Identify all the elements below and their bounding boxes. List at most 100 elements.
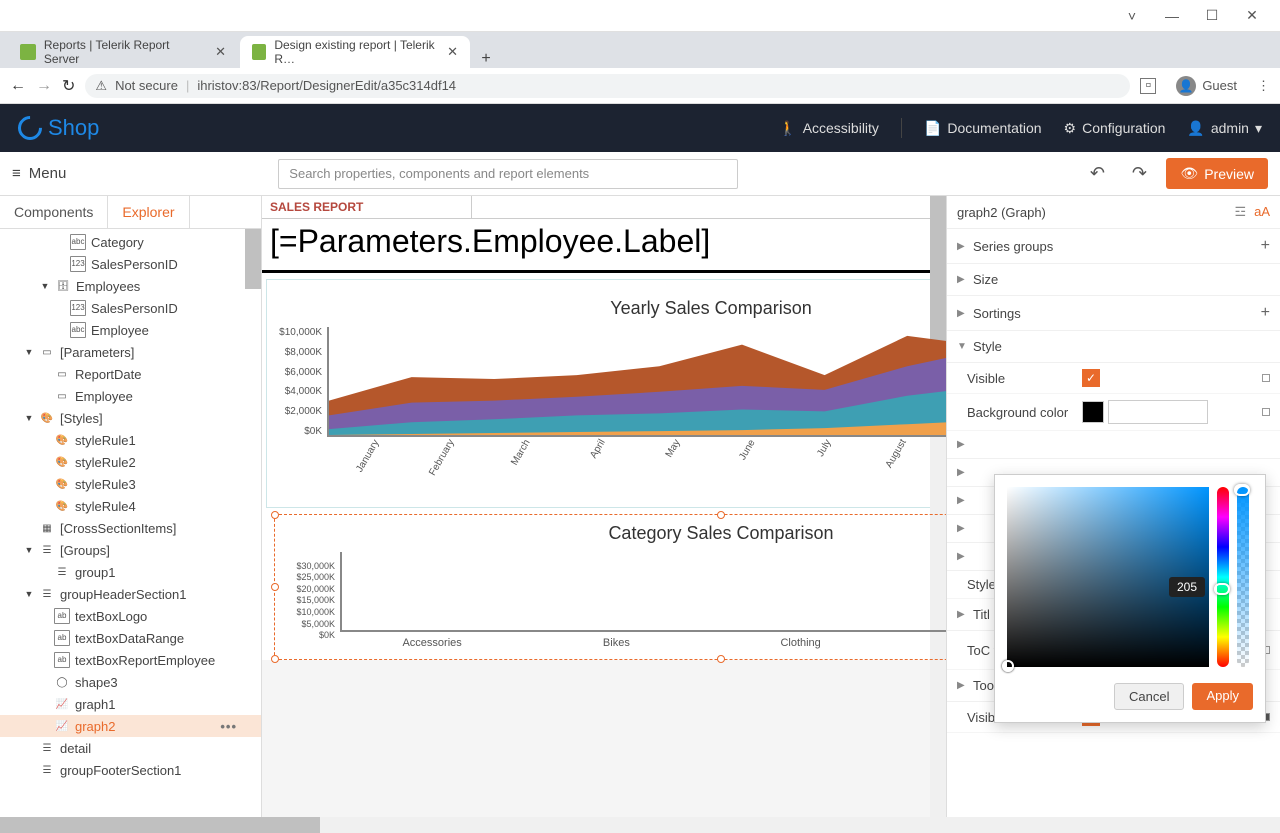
graph2-selected[interactable]: Category Sales Comparison $30,000K $25,0… <box>274 514 946 660</box>
tab-explorer[interactable]: Explorer <box>108 196 189 228</box>
tree-scrollbar[interactable] <box>245 229 261 289</box>
browser-menu-icon[interactable]: ⋮ <box>1257 78 1270 94</box>
prop-reset-icon[interactable] <box>1262 374 1270 382</box>
hue-slider[interactable]: 205 <box>1217 487 1229 667</box>
graph1-area-chart[interactable]: Yearly Sales Comparison $10,000K $8,000K… <box>266 279 946 508</box>
params-expression[interactable]: [=Parameters.Employee.Label] <box>262 219 946 273</box>
list-view-icon[interactable]: ☲ <box>1234 204 1246 220</box>
caret-down-icon[interactable]: ▼ <box>24 347 34 357</box>
group-icon: ☰ <box>54 564 70 580</box>
prop-reset-icon[interactable] <box>1262 408 1270 416</box>
caret-down-icon[interactable]: ▼ <box>40 281 50 291</box>
preview-button[interactable]: 👁Preview <box>1166 158 1268 189</box>
add-icon[interactable]: + <box>1261 304 1270 322</box>
tree-node-reportdate[interactable]: ▭ReportDate <box>0 363 261 385</box>
documentation-link[interactable]: 📄Documentation <box>924 120 1042 137</box>
doc-icon: 📄 <box>924 120 941 137</box>
tree-node-textboxdatarange[interactable]: abtextBoxDataRange <box>0 627 261 649</box>
window-close[interactable]: ✕ <box>1232 0 1272 32</box>
tab-components[interactable]: Components <box>0 196 108 228</box>
browser-tab-reports[interactable]: Reports | Telerik Report Server ✕ <box>8 36 238 68</box>
menu-button[interactable]: ≡Menu <box>12 165 66 182</box>
caret-right-icon: ▶ <box>957 523 973 534</box>
browser-tab-design[interactable]: Design existing report | Telerik R… ✕ <box>240 36 470 68</box>
tree-node-groupfooter[interactable]: ☰groupFooterSection1 <box>0 759 261 781</box>
undo-button[interactable]: ↶ <box>1082 163 1112 184</box>
tree-node-employee2[interactable]: ▭Employee <box>0 385 261 407</box>
tab-close-icon[interactable]: ✕ <box>215 44 226 60</box>
tree-node-shape3[interactable]: ◯shape3 <box>0 671 261 693</box>
configuration-link[interactable]: ⚙Configuration <box>1064 120 1166 137</box>
guest-chip[interactable]: 👤 Guest <box>1166 72 1247 100</box>
app-logo[interactable]: Shop <box>18 115 99 141</box>
window-maximize[interactable]: ☐ <box>1192 0 1232 32</box>
window-chevron[interactable]: ˅ <box>1112 0 1152 32</box>
tree-node-stylerule1[interactable]: 🎨styleRule1 <box>0 429 261 451</box>
sv-cursor[interactable] <box>1002 660 1014 672</box>
tree-node-textboxreportemployee[interactable]: abtextBoxReportEmployee <box>0 649 261 671</box>
hue-tooltip: 205 <box>1169 577 1205 597</box>
field-icon: abc <box>70 234 86 250</box>
tab-close-icon[interactable]: ✕ <box>447 44 458 60</box>
caret-right-icon: ▶ <box>957 274 973 285</box>
section-size[interactable]: ▶Size <box>947 264 1280 296</box>
tree-node-stylerule3[interactable]: 🎨styleRule3 <box>0 473 261 495</box>
window-minimize[interactable]: — <box>1152 0 1192 32</box>
section-sortings[interactable]: ▶Sortings+ <box>947 296 1280 331</box>
resize-handle[interactable] <box>271 511 279 519</box>
accessibility-link[interactable]: 🚶Accessibility <box>779 120 879 137</box>
bg-color-input[interactable] <box>1108 400 1208 424</box>
search-input[interactable]: Search properties, components and report… <box>278 159 738 189</box>
alpha-cursor[interactable] <box>1234 484 1250 496</box>
tree-node-salespersonid2[interactable]: 123SalesPersonID <box>0 297 261 319</box>
tree-node-graph2[interactable]: 📈graph2••• <box>0 715 261 737</box>
properties-header: graph2 (Graph) ☲ aA <box>947 196 1280 229</box>
tree-node-salespersonid[interactable]: 123SalesPersonID <box>0 253 261 275</box>
add-icon[interactable]: + <box>1261 237 1270 255</box>
tree-node-parameters[interactable]: ▼▭[Parameters] <box>0 341 261 363</box>
url-bar[interactable]: ⚠ Not secure | ihristov:83/Report/Design… <box>85 74 1130 98</box>
bottom-scrollbar[interactable] <box>0 817 1280 833</box>
picker-apply-button[interactable]: Apply <box>1192 683 1253 710</box>
visible-checkbox[interactable]: ✓ <box>1082 369 1100 387</box>
new-tab-button[interactable]: + <box>472 50 500 68</box>
caret-right-icon: ▶ <box>957 680 973 691</box>
caret-down-icon[interactable]: ▼ <box>24 589 34 599</box>
date-icon: ▭ <box>54 366 70 382</box>
report-title[interactable]: SALES REPORT <box>262 196 472 218</box>
hue-cursor[interactable] <box>1214 583 1230 595</box>
tree-node-crosssection[interactable]: ▦[CrossSectionItems] <box>0 517 261 539</box>
tree-node-textboxlogo[interactable]: abtextBoxLogo <box>0 605 261 627</box>
tree-node-groups[interactable]: ▼☰[Groups] <box>0 539 261 561</box>
nav-reload-icon[interactable]: ↻ <box>62 76 75 96</box>
alpha-slider[interactable] <box>1237 487 1249 667</box>
resize-handle[interactable] <box>717 511 725 519</box>
nav-forward-icon[interactable]: → <box>36 77 52 95</box>
picker-cancel-button[interactable]: Cancel <box>1114 683 1184 710</box>
section-hidden1[interactable]: ▶ <box>947 431 1280 459</box>
alpha-sort-icon[interactable]: aA <box>1254 204 1270 220</box>
tree-node-styles[interactable]: ▼🎨[Styles] <box>0 407 261 429</box>
tree-node-employee[interactable]: abcEmployee <box>0 319 261 341</box>
design-canvas[interactable]: SALES REPORT [=Param▲ [=Parameters.Emplo… <box>262 196 946 833</box>
node-options-icon[interactable]: ••• <box>220 719 237 734</box>
configuration-label: Configuration <box>1082 120 1165 136</box>
tree-node-employees[interactable]: ▼🗄Employees <box>0 275 261 297</box>
tree-node-stylerule2[interactable]: 🎨styleRule2 <box>0 451 261 473</box>
extensions-icon[interactable]: ▫ <box>1140 78 1156 94</box>
bg-color-swatch[interactable] <box>1082 401 1104 423</box>
tree-node-category[interactable]: abcCategory <box>0 231 261 253</box>
nav-back-icon[interactable]: ← <box>10 77 26 95</box>
admin-link[interactable]: 👤admin ▾ <box>1187 120 1262 137</box>
tree-node-stylerule4[interactable]: 🎨styleRule4 <box>0 495 261 517</box>
redo-button[interactable]: ↷ <box>1124 163 1154 184</box>
caret-down-icon[interactable]: ▼ <box>24 545 34 555</box>
tree-node-groupheader[interactable]: ▼☰groupHeaderSection1 <box>0 583 261 605</box>
section-style[interactable]: ▼Style <box>947 331 1280 363</box>
caret-down-icon[interactable]: ▼ <box>24 413 34 423</box>
tree-node-group1[interactable]: ☰group1 <box>0 561 261 583</box>
section-series-groups[interactable]: ▶Series groups+ <box>947 229 1280 264</box>
tree-node-detail[interactable]: ☰detail <box>0 737 261 759</box>
palette-icon: 🎨 <box>54 454 70 470</box>
tree-node-graph1[interactable]: 📈graph1 <box>0 693 261 715</box>
